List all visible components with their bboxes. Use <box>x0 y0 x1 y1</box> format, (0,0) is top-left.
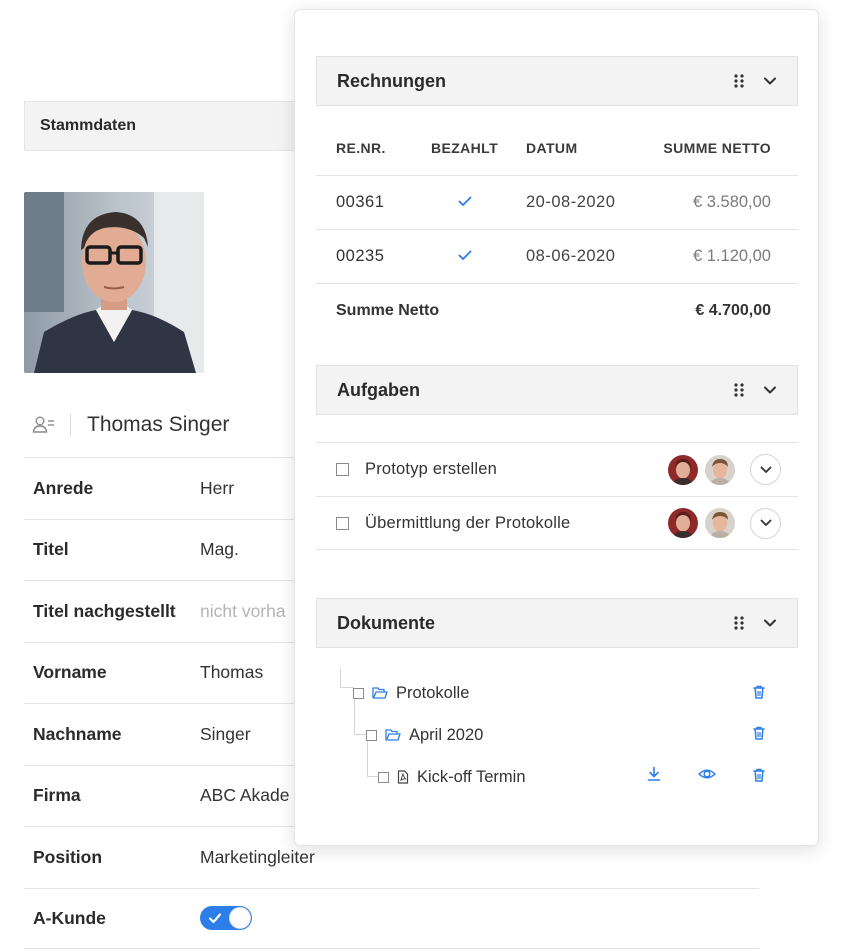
avatar <box>705 454 735 485</box>
trash-icon[interactable] <box>751 725 767 741</box>
col-header-nr: RE.NR. <box>336 139 386 156</box>
person-name: Thomas Singer <box>87 413 230 436</box>
col-header-datum: DATUM <box>526 139 578 156</box>
paid-cell <box>412 193 517 212</box>
trash-icon[interactable] <box>751 767 767 783</box>
chevron-down-icon[interactable] <box>763 385 777 395</box>
toggle-knob <box>229 907 251 930</box>
dokumente-title: Dokumente <box>337 612 436 633</box>
field-label: Titel nachgestellt <box>33 600 176 621</box>
stammdaten-header[interactable]: Stammdaten <box>24 101 324 151</box>
check-icon <box>458 196 471 206</box>
list-item[interactable]: Übermittlung der Protokolle <box>316 496 798 550</box>
chevron-down-icon <box>760 519 771 526</box>
field-label: Nachname <box>33 723 122 744</box>
document-label: Protokolle <box>396 683 470 702</box>
download-icon[interactable] <box>646 766 662 782</box>
list-item[interactable]: Prototyp erstellen <box>316 442 798 496</box>
invoice-nr: 00235 <box>336 247 385 265</box>
field-label: A-Kunde <box>33 907 106 928</box>
table-row[interactable]: 00361 20-08-2020 € 3.580,00 <box>316 175 798 229</box>
col-header-summe: SUMME NETTO <box>663 139 771 156</box>
drag-handle-icon[interactable] <box>733 615 745 631</box>
aufgaben-title: Aufgaben <box>337 379 420 400</box>
invoice-nr: 00361 <box>336 193 385 211</box>
invoice-sum: € 3.580,00 <box>693 193 771 211</box>
invoice-date: 08-06-2020 <box>526 247 616 265</box>
document-label: Kick-off Termin <box>417 767 526 786</box>
divider <box>70 414 71 436</box>
person-name-row: Thomas Singer <box>24 405 229 445</box>
rechnungen-header[interactable]: Rechnungen <box>316 56 798 106</box>
expand-task-button[interactable] <box>750 507 781 539</box>
table-row[interactable]: 00235 08-06-2020 € 1.120,00 <box>316 229 798 283</box>
document-checkbox[interactable] <box>378 771 389 783</box>
document-tree: Protokolle April 2020 Kick-off Termin <box>316 666 798 806</box>
chevron-down-icon <box>760 466 771 473</box>
document-label: April 2020 <box>409 725 484 744</box>
folder-open-icon <box>385 729 401 741</box>
paid-cell <box>412 247 517 266</box>
profile-photo <box>24 192 204 373</box>
tree-connector <box>340 687 354 688</box>
task-label: Übermittlung der Protokolle <box>365 513 571 532</box>
dokumente-header[interactable]: Dokumente <box>316 598 798 648</box>
detail-overlay-panel: Rechnungen RE.NR. BEZAHLT DATUM SUMME NE… <box>294 9 819 846</box>
task-checkbox[interactable] <box>336 516 349 530</box>
field-value[interactable]: Marketingleiter <box>200 847 315 868</box>
rechnungen-title: Rechnungen <box>337 70 447 91</box>
invoice-sum: € 1.120,00 <box>693 247 771 265</box>
task-checkbox[interactable] <box>336 463 349 476</box>
avatar <box>668 508 698 538</box>
field-row-a-kunde: A-Kunde <box>24 887 759 949</box>
trash-icon[interactable] <box>751 684 767 700</box>
field-value[interactable]: Singer <box>200 724 251 745</box>
col-header-bezahlt: BEZAHLT <box>430 139 499 156</box>
check-icon <box>208 913 222 924</box>
field-value[interactable]: nicht vorha <box>200 601 286 622</box>
folder-open-icon <box>372 687 388 699</box>
field-label: Titel <box>33 539 69 560</box>
chevron-down-icon[interactable] <box>763 618 777 628</box>
invoice-table-header: RE.NR. BEZAHLT DATUM SUMME NETTO <box>316 120 798 175</box>
drag-handle-icon[interactable] <box>733 73 745 89</box>
total-value: € 4.700,00 <box>695 301 771 319</box>
field-label: Position <box>33 846 103 867</box>
aufgaben-header[interactable]: Aufgaben <box>316 365 798 415</box>
tree-item-april-2020[interactable]: April 2020 <box>366 723 483 747</box>
person-card-icon <box>32 416 54 433</box>
drag-handle-icon[interactable] <box>733 382 745 398</box>
field-label: Firma <box>33 785 81 806</box>
invoice-table: RE.NR. BEZAHLT DATUM SUMME NETTO 00361 2… <box>316 120 798 337</box>
invoice-total-row: Summe Netto € 4.700,00 <box>316 283 798 337</box>
tree-connector <box>354 734 366 735</box>
avatar <box>705 508 735 538</box>
a-kunde-toggle[interactable] <box>200 906 252 931</box>
tree-connector <box>340 669 341 687</box>
field-value[interactable]: Mag. <box>200 539 239 560</box>
field-label: Anrede <box>33 477 94 498</box>
task-list: Prototyp erstellen Übermittlung der Prot… <box>316 442 798 550</box>
avatar <box>668 454 698 485</box>
document-checkbox[interactable] <box>366 729 377 741</box>
field-value[interactable]: Herr <box>200 478 234 499</box>
tree-item-protokolle[interactable]: Protokolle <box>353 681 469 705</box>
field-value[interactable]: Thomas <box>200 662 263 683</box>
eye-icon[interactable] <box>698 766 716 782</box>
document-checkbox[interactable] <box>353 687 364 699</box>
stammdaten-title: Stammdaten <box>40 117 137 134</box>
check-icon <box>458 250 471 260</box>
invoice-date: 20-08-2020 <box>526 193 616 211</box>
chevron-down-icon[interactable] <box>763 76 777 86</box>
total-label: Summe Netto <box>336 301 440 319</box>
pdf-file-icon <box>397 770 409 784</box>
tree-item-kick-off-termin[interactable]: Kick-off Termin <box>378 765 526 789</box>
field-label: Vorname <box>33 662 107 683</box>
field-value[interactable]: ABC Akade <box>200 785 290 806</box>
task-label: Prototyp erstellen <box>365 460 497 478</box>
expand-task-button[interactable] <box>750 454 781 485</box>
